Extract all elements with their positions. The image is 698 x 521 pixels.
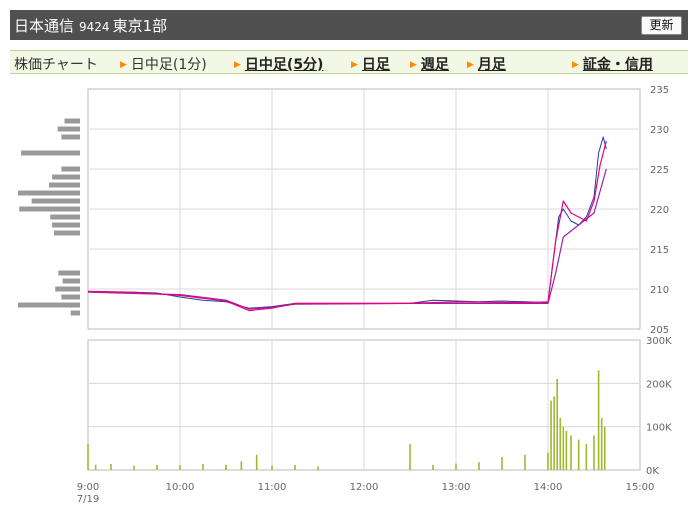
profile-bar xyxy=(55,286,80,292)
volume-tick-label: 0K xyxy=(646,466,659,477)
volume-bar xyxy=(202,463,204,470)
volume-bar xyxy=(455,463,457,470)
profile-bar xyxy=(21,150,81,156)
volume-bar xyxy=(179,465,181,470)
volume-bar xyxy=(133,465,135,470)
volume-bar xyxy=(597,370,600,470)
volume-bar xyxy=(593,435,595,470)
y-tick-label: 225 xyxy=(650,165,669,176)
profile-bar xyxy=(58,270,80,276)
profile-bar xyxy=(31,198,80,204)
volume-tick-label: 200K xyxy=(646,379,672,390)
profile-bar xyxy=(61,294,80,300)
volume-bar xyxy=(600,418,603,470)
profile-bar xyxy=(57,126,80,132)
volume-bar xyxy=(547,452,549,470)
volume-bar xyxy=(501,457,503,470)
profile-bar xyxy=(50,214,80,220)
volume-bar xyxy=(559,418,562,470)
profile-bar xyxy=(61,134,80,140)
profile-bar xyxy=(62,278,80,284)
volume-bar xyxy=(577,439,580,470)
volume-bar xyxy=(553,396,555,470)
date-label: 7/19 xyxy=(77,494,99,505)
volume-bar xyxy=(556,379,558,470)
volume-bar xyxy=(565,431,568,470)
profile-bar xyxy=(49,182,80,188)
price-line xyxy=(87,136,607,309)
volume-bar xyxy=(550,400,552,470)
volume-bar xyxy=(225,464,227,470)
price-volume-profile xyxy=(18,118,81,316)
volume-bar xyxy=(570,435,572,470)
volume-bar xyxy=(409,444,411,470)
intraday-chart: 9:00 10:00 11:00 12:00 13:00 14:00 15:00 7/19 20… xyxy=(18,85,672,505)
volume-bar xyxy=(562,426,565,470)
x-tick-label: 12:00 xyxy=(350,482,379,493)
x-tick-label: 13:00 xyxy=(442,482,471,493)
volume-bar xyxy=(271,465,273,470)
volume-bar xyxy=(94,464,97,470)
volume-bar xyxy=(240,461,243,470)
moving-average-short xyxy=(87,140,607,312)
x-tick-label: 9:00 xyxy=(77,482,99,493)
volume-bar xyxy=(294,464,296,470)
volume-bar xyxy=(524,454,526,470)
volume-tick-label: 300K xyxy=(646,336,672,347)
profile-bar xyxy=(70,310,80,316)
x-tick-label: 14:00 xyxy=(534,482,563,493)
profile-bar xyxy=(19,206,81,212)
price-series xyxy=(87,136,607,312)
y-tick-label: 210 xyxy=(650,285,669,296)
x-tick-label: 11:00 xyxy=(258,482,287,493)
volume-bar xyxy=(317,466,319,470)
volume-bar xyxy=(87,444,89,470)
profile-bar xyxy=(52,222,80,228)
y-tick-label: 235 xyxy=(650,85,669,96)
volume-bar xyxy=(432,464,434,470)
y-tick-label: 230 xyxy=(650,125,669,136)
y-tick-label: 220 xyxy=(650,205,669,216)
profile-bar xyxy=(52,174,80,180)
volume-bar xyxy=(603,426,606,470)
volume-bar xyxy=(110,463,112,470)
profile-bar xyxy=(64,118,80,124)
profile-bar xyxy=(61,166,80,172)
x-tick-label: 15:00 xyxy=(626,482,655,493)
volume-bars xyxy=(87,370,606,470)
profile-bar xyxy=(18,302,80,308)
y-tick-label: 205 xyxy=(650,325,669,336)
volume-bar xyxy=(156,464,158,470)
volume-bar xyxy=(255,454,258,470)
price-grid xyxy=(87,88,641,330)
moving-average-long xyxy=(87,168,607,310)
profile-bar xyxy=(53,230,80,236)
x-tick-label: 10:00 xyxy=(166,482,195,493)
volume-bar xyxy=(478,462,480,470)
volume-tick-label: 100K xyxy=(646,423,672,434)
profile-bar xyxy=(18,190,80,196)
y-tick-label: 215 xyxy=(650,245,669,256)
volume-bar xyxy=(585,444,588,470)
